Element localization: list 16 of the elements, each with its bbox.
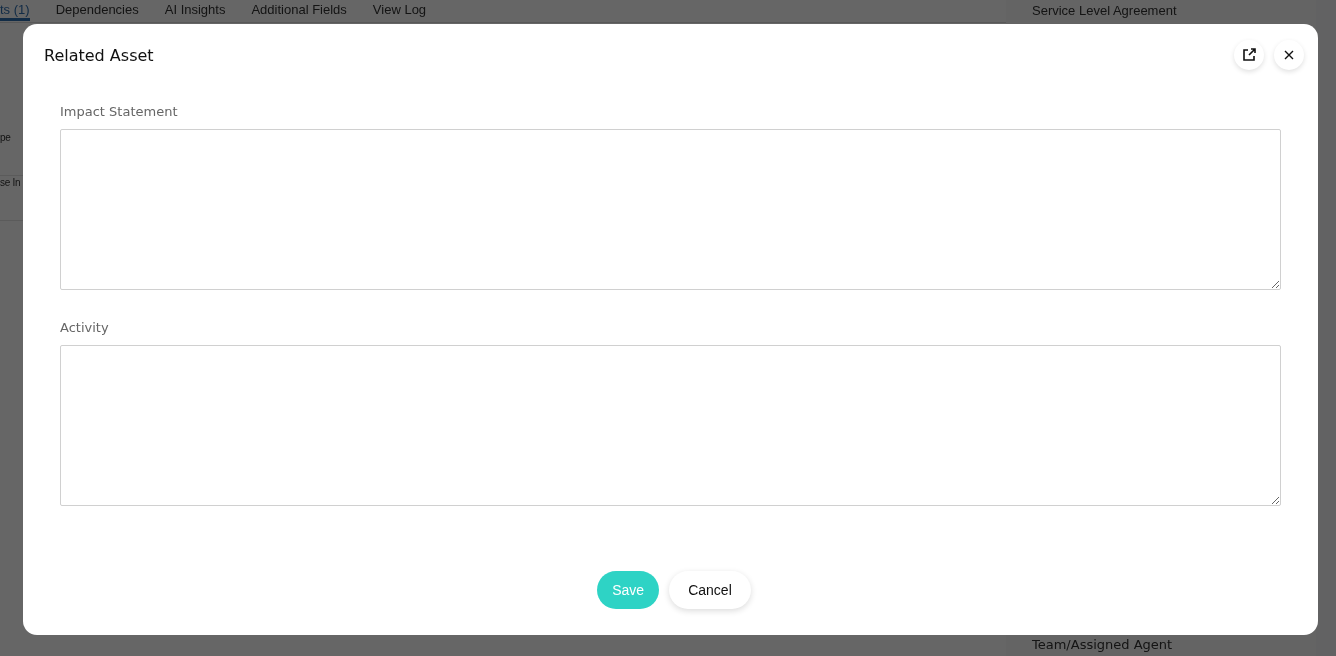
tab[interactable]: Additional Fields (251, 2, 347, 21)
open-external-button[interactable] (1234, 40, 1264, 70)
field-label: Impact Statement (60, 104, 179, 119)
tab[interactable]: Dependencies (55, 2, 139, 21)
panel-title: Service Level Agreement (1032, 3, 1178, 18)
save-button[interactable]: Save (597, 571, 660, 609)
close-icon (1284, 50, 1294, 60)
field-label: Team/Assigned Agent (1032, 637, 1174, 652)
dialog-title: Related Asset (44, 45, 154, 65)
close-button[interactable] (1274, 40, 1304, 70)
tab[interactable]: ts (1) (0, 2, 30, 21)
cancel-button[interactable]: Cancel (669, 571, 751, 609)
tab[interactable]: View Log (372, 2, 427, 21)
field-label: Activity (60, 320, 110, 335)
external-link-icon (1242, 48, 1256, 62)
tab[interactable]: AI Insights (164, 2, 226, 21)
